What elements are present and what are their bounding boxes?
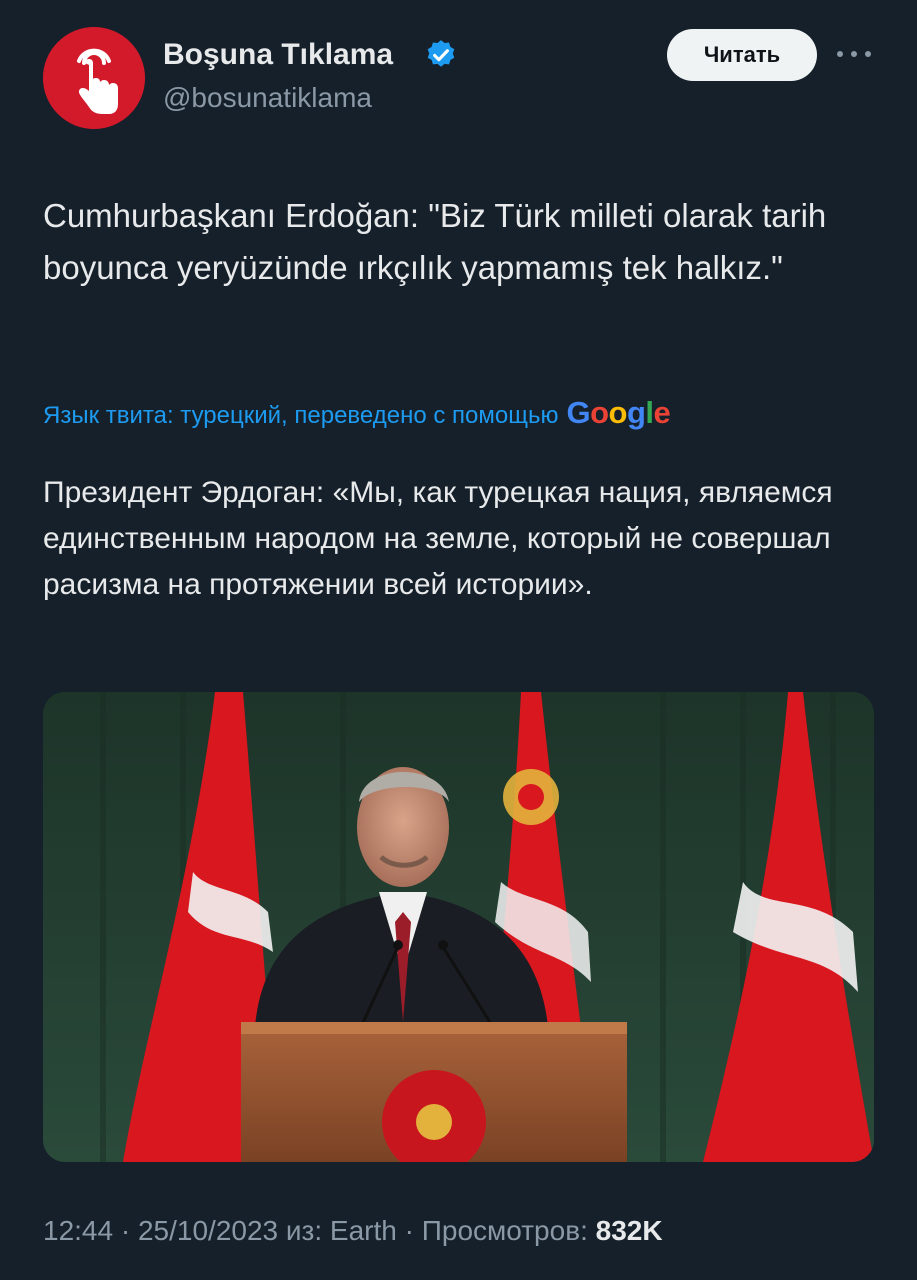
views-count[interactable]: 832K [596, 1215, 663, 1246]
display-name[interactable]: Boşuna Tıklama [163, 38, 393, 72]
avatar[interactable] [43, 27, 145, 129]
more-dots-icon[interactable] [837, 40, 871, 68]
tweet-source: из: Earth [285, 1215, 397, 1246]
translation-note[interactable]: Язык твита: турецкий, переведено с помощ… [43, 395, 671, 431]
views-label: Просмотров: [421, 1215, 588, 1246]
tweet-meta: 12:44 · 25/10/2023 из: Earth · Просмотро… [43, 1215, 663, 1246]
photo-image [43, 692, 874, 1162]
tap-finger-icon [43, 27, 145, 129]
verified-badge-icon [427, 40, 455, 67]
follow-button[interactable]: Читать [667, 29, 817, 81]
google-logo: Google [566, 395, 671, 430]
tweet-page: Boşuna Tıklama @bosunatiklama Читать Cum… [0, 0, 917, 1280]
tweet-text: Cumhurbaşkanı Erdoğan: "Biz Türk milleti… [43, 197, 827, 286]
tweet-photo[interactable] [43, 692, 874, 1162]
tweet-time[interactable]: 12:44 [43, 1215, 113, 1246]
translated-text: Президент Эрдоган: «Мы, как турецкая нац… [43, 476, 833, 601]
user-handle[interactable]: @bosunatiklama [163, 82, 372, 114]
tweet-date[interactable]: 25/10/2023 [138, 1215, 278, 1246]
translation-note-label: Язык твита: турецкий, переведено с помощ… [43, 402, 559, 429]
